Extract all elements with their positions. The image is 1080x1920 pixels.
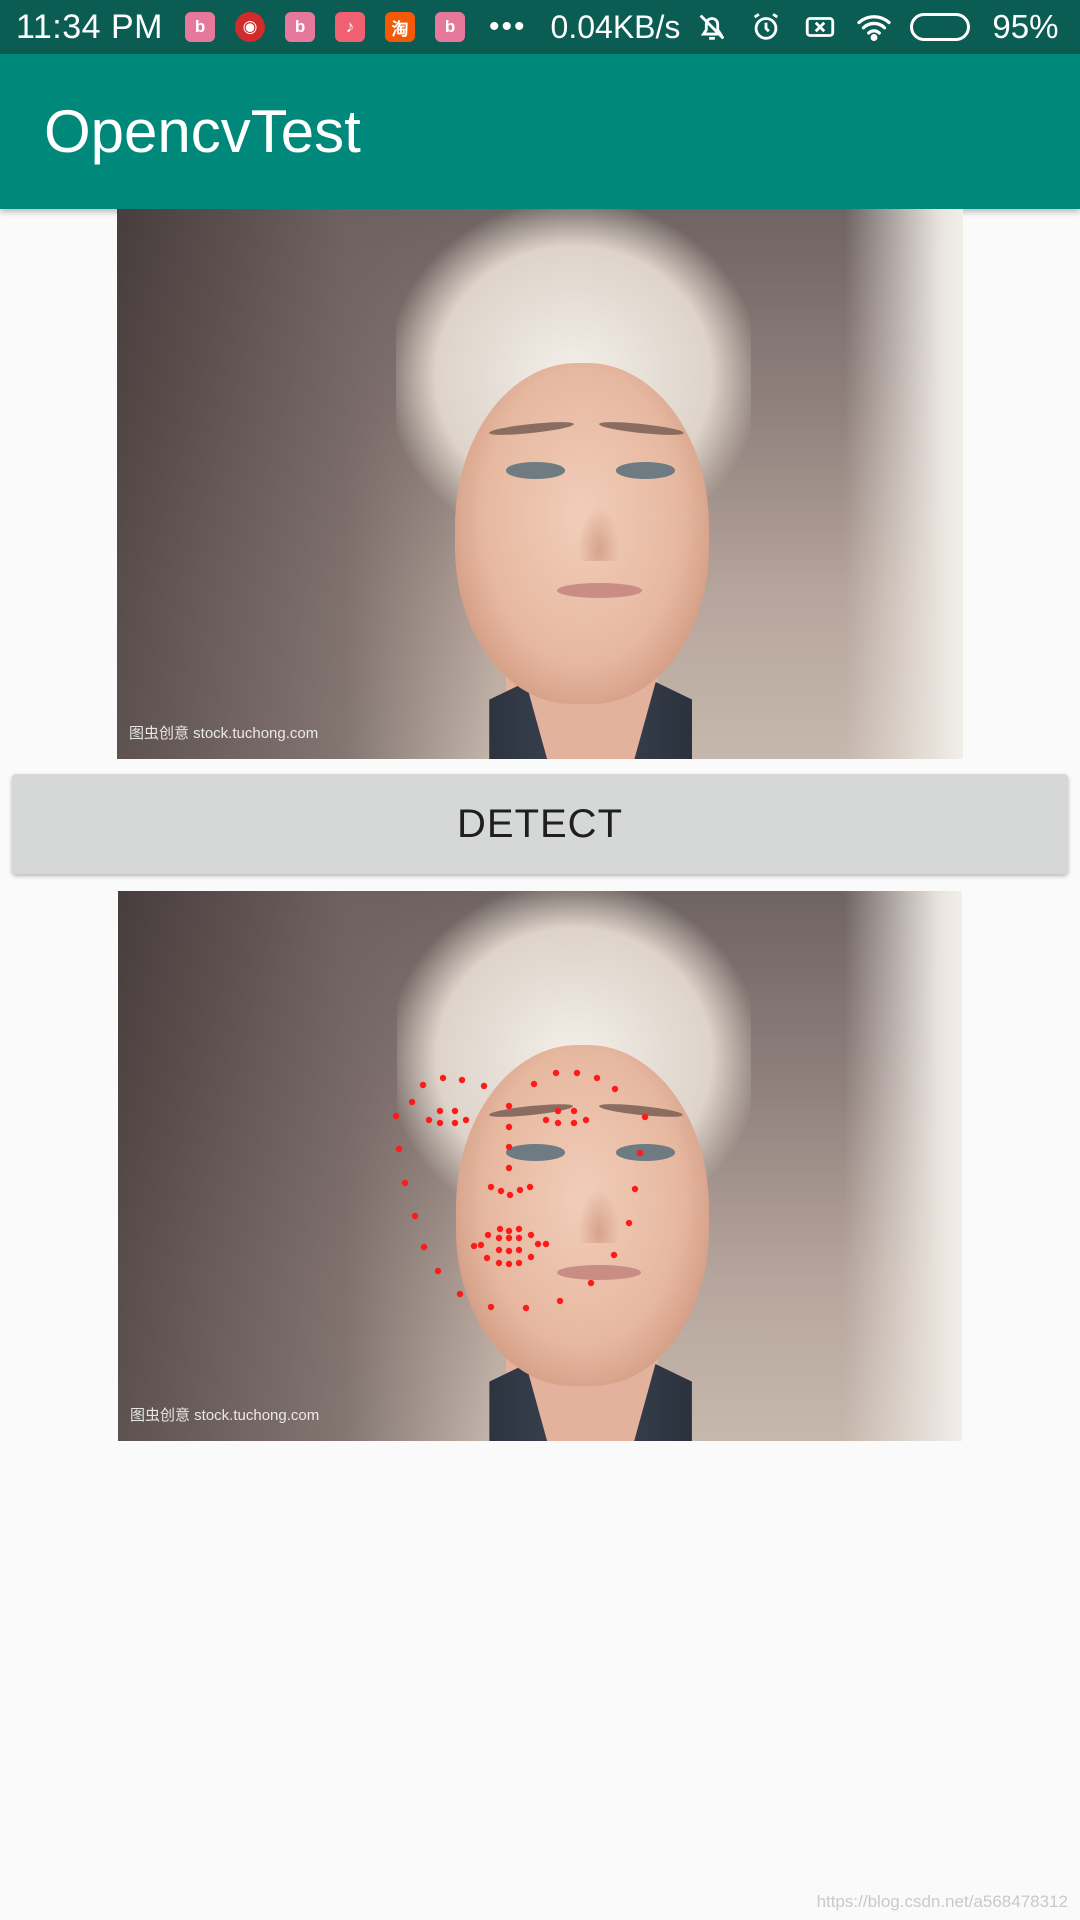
landmark-point [401,1179,409,1187]
landmark-point [516,1186,524,1194]
landmark-point [495,1246,503,1254]
app-title: OpencvTest [44,98,361,165]
landmark-point [522,1304,530,1312]
landmark-point [419,1081,427,1089]
landmark-point [526,1183,534,1191]
landmark-point [505,1227,513,1235]
landmark-point [420,1243,428,1251]
landmark-point [505,1164,513,1172]
original-photo: 图虫创意 stock.tuchong.com [117,209,963,759]
netease-music-icon: ◉ [235,12,266,42]
landmark-point [530,1080,538,1088]
landmark-point [434,1267,442,1275]
landmark-point [451,1119,459,1127]
battery-percent: 95% [992,8,1059,45]
landmark-point [456,1290,464,1298]
landmark-point [552,1069,560,1077]
landmark-point [505,1247,513,1255]
landmark-point [631,1185,639,1193]
notification-icons: b ◉ b ♪ 淘 b [185,12,466,42]
landmark-point [497,1187,505,1195]
image-watermark: 图虫创意 stock.tuchong.com [130,1407,320,1424]
landmark-point [570,1119,578,1127]
wifi-icon [856,9,892,45]
landmark-point [593,1074,601,1082]
landmark-point [625,1219,633,1227]
landmark-point [505,1260,513,1268]
landmark-point [458,1076,466,1084]
landmark-point [610,1251,618,1259]
landmark-point [515,1246,523,1254]
app-bar: OpencvTest [0,54,1080,209]
status-time: 11:34 PM [16,7,164,46]
battery-icon [910,13,971,41]
landmark-point [451,1107,459,1115]
landmark-point [542,1240,550,1248]
landmark-point [570,1107,578,1115]
result-photo: 图虫创意 stock.tuchong.com [118,891,962,1441]
detect-button-label: DETECT [457,801,623,846]
landmark-point [554,1107,562,1115]
landmark-point [554,1119,562,1127]
landmark-point [425,1116,433,1124]
landmark-point [527,1231,535,1239]
landmark-point [515,1234,523,1242]
landmark-point [587,1279,595,1287]
landmark-point [505,1102,513,1110]
landmark-point [506,1191,514,1199]
landmark-point [534,1240,542,1248]
image-watermark: 图虫创意 stock.tuchong.com [129,725,319,742]
taobao-icon: 淘 [385,12,416,42]
landmark-point [477,1241,485,1249]
landmark-point [487,1183,495,1191]
landmark-point [439,1074,447,1082]
landmark-point [462,1116,470,1124]
landmark-point [641,1113,649,1121]
landmark-point [480,1082,488,1090]
landmark-point [411,1212,419,1220]
landmark-point [392,1112,400,1120]
landmark-point [505,1234,513,1242]
detect-button[interactable]: DETECT [12,774,1068,874]
more-notifications-indicator: ••• [489,10,527,43]
alarm-icon [748,9,784,45]
network-speed: 0.04KB/s [550,8,681,45]
facial-landmarks-overlay [392,1069,649,1312]
landmark-point [515,1225,523,1233]
landmark-point [573,1069,581,1077]
mute-bell-icon [694,9,730,45]
landmark-point [436,1119,444,1127]
landmark-point [582,1116,590,1124]
status-bar: 11:34 PM b ◉ b ♪ 淘 b ••• 0.04KB/s 95% [0,0,1080,54]
page-watermark: https://blog.csdn.net/a568478312 [816,1892,1068,1911]
tiktok-icon: ♪ [335,12,366,42]
landmark-point [487,1303,495,1311]
landmark-point [542,1116,550,1124]
system-icons: 95% [694,8,1058,46]
landmark-point [495,1259,503,1267]
landmark-point [505,1143,513,1151]
no-sim-icon [802,9,838,45]
landmark-point [611,1085,619,1093]
landmark-point [484,1231,492,1239]
landmark-point [515,1259,523,1267]
landmark-point [395,1145,403,1153]
bilibili-icon: b [285,12,316,42]
landmark-point [483,1254,491,1262]
landmark-point [505,1123,513,1131]
landmark-point [527,1253,535,1261]
bilibili-icon: b [435,12,466,42]
landmark-point [436,1107,444,1115]
landmark-point [470,1242,478,1250]
bilibili-icon: b [185,12,216,42]
landmark-point [636,1149,644,1157]
landmark-point [495,1234,503,1242]
landmark-point [556,1297,564,1305]
landmark-point [408,1098,416,1106]
landmark-point [496,1225,504,1233]
